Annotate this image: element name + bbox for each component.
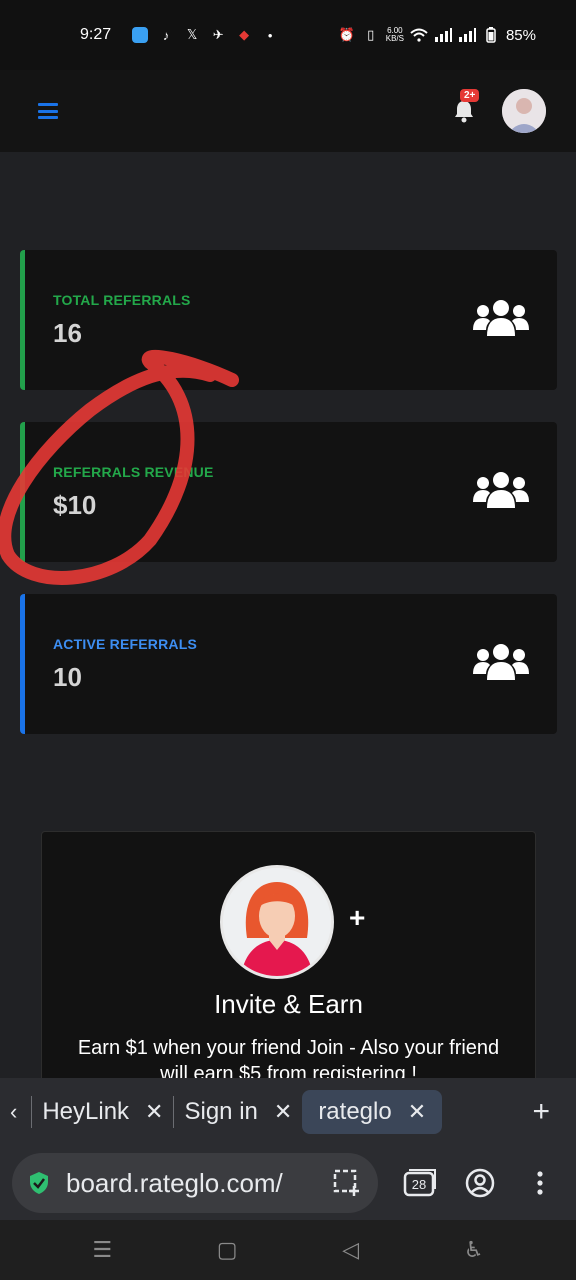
system-nav-bar: ☰ ▢ ◁ ♿ xyxy=(0,1220,576,1280)
tab-title: rateglo xyxy=(318,1098,392,1125)
tab-heylink[interactable]: HeyLink ✕ xyxy=(32,1090,173,1134)
status-bar: 9:27 ♪ 𝕏 ✈ ◆ • ⏰ ▯ 6.00 KB/S 85% xyxy=(0,0,576,70)
stat-label: REFERRALS REVENUE xyxy=(53,464,214,480)
status-time: 9:27 xyxy=(80,26,112,43)
recent-apps-icon[interactable]: ☰ xyxy=(92,1237,112,1263)
invite-avatar xyxy=(220,865,334,979)
stat-card-referrals-revenue: REFERRALS REVENUE $10 xyxy=(20,422,557,562)
bell-icon xyxy=(455,101,473,123)
back-icon[interactable]: ◁ xyxy=(342,1237,359,1263)
app-header: 2+ xyxy=(0,70,576,152)
stat-value: 16 xyxy=(53,318,82,348)
invite-title: Invite & Earn xyxy=(214,989,363,1019)
stat-value: 10 xyxy=(53,662,82,692)
tab-count: 28 xyxy=(412,1177,426,1192)
app-notification-icon xyxy=(131,26,149,44)
notification-badge: 2+ xyxy=(460,89,480,102)
plane-icon: ✈ xyxy=(212,27,224,42)
tab-title: HeyLink xyxy=(42,1098,130,1125)
address-bar[interactable]: board.rateglo.com/ xyxy=(12,1153,378,1213)
signal-icon xyxy=(434,26,452,44)
close-tab-icon[interactable]: ✕ xyxy=(145,1099,163,1125)
network-speed-unit: KB/S xyxy=(385,34,404,43)
signal-icon-2 xyxy=(458,26,476,44)
alarm-icon: ⏰ xyxy=(338,27,355,42)
stat-card-active-referrals: ACTIVE REFERRALS 10 xyxy=(20,594,557,734)
screenshot-select-icon[interactable] xyxy=(332,1168,362,1198)
woman-avatar-image xyxy=(223,868,331,976)
status-left: 9:27 ♪ 𝕏 ✈ ◆ • xyxy=(80,26,279,44)
battery-icon xyxy=(482,26,500,44)
account-button[interactable] xyxy=(462,1165,498,1201)
invite-plus-icon[interactable]: + xyxy=(349,902,365,934)
accessibility-icon[interactable]: ♿ xyxy=(464,1237,484,1263)
close-tab-icon[interactable]: ✕ xyxy=(408,1099,426,1125)
stat-label: TOTAL REFERRALS xyxy=(53,292,191,308)
avatar-image xyxy=(502,89,546,133)
scroll-tabs-left-icon[interactable]: ‹ xyxy=(10,1099,17,1125)
home-icon[interactable]: ▢ xyxy=(217,1237,238,1263)
notifications-button[interactable]: 2+ xyxy=(450,89,480,125)
account-icon xyxy=(465,1168,495,1198)
browser-toolbar: board.rateglo.com/ 28 xyxy=(0,1146,576,1220)
users-icon xyxy=(473,644,529,680)
network-speed: 6.00 KB/S xyxy=(386,27,404,43)
browser-tab-strip: ‹ HeyLink ✕ Sign in ✕ rateglo ✕ + xyxy=(0,1078,576,1146)
stat-card-total-referrals: TOTAL REFERRALS 16 xyxy=(20,250,557,390)
users-icon xyxy=(473,472,529,508)
tab-sign-in[interactable]: Sign in ✕ xyxy=(174,1090,302,1134)
battery-percent: 85% xyxy=(505,26,536,44)
security-shield-icon xyxy=(30,1172,48,1194)
new-tab-button[interactable]: + xyxy=(532,1095,550,1129)
more-menu-button[interactable] xyxy=(522,1165,558,1201)
tiktok-icon: ♪ xyxy=(162,27,170,43)
more-dot-icon: • xyxy=(267,27,273,43)
users-icon xyxy=(473,300,529,336)
vibrate-icon: ▯ xyxy=(367,27,375,42)
user-avatar[interactable] xyxy=(502,89,546,133)
header-actions: 2+ xyxy=(450,89,546,133)
status-right: ⏰ ▯ 6.00 KB/S 85% xyxy=(338,26,536,44)
invite-card: + Invite & Earn Earn $1 when your friend… xyxy=(41,831,536,1091)
tab-title: Sign in xyxy=(184,1098,258,1125)
x-icon: 𝕏 xyxy=(186,27,198,42)
stat-value: $10 xyxy=(53,490,97,520)
more-vert-icon xyxy=(537,1171,543,1195)
stat-label: ACTIVE REFERRALS xyxy=(53,636,197,652)
tab-rateglo[interactable]: rateglo ✕ xyxy=(302,1090,443,1134)
tab-switcher-icon: 28 xyxy=(403,1169,436,1197)
hamburger-menu-icon[interactable] xyxy=(38,103,58,119)
close-tab-icon[interactable]: ✕ xyxy=(274,1099,292,1125)
url-text[interactable]: board.rateglo.com/ xyxy=(66,1168,322,1199)
tab-switcher-button[interactable]: 28 xyxy=(402,1165,438,1201)
app-red-icon: ◆ xyxy=(239,27,250,42)
wifi-icon xyxy=(410,26,428,44)
